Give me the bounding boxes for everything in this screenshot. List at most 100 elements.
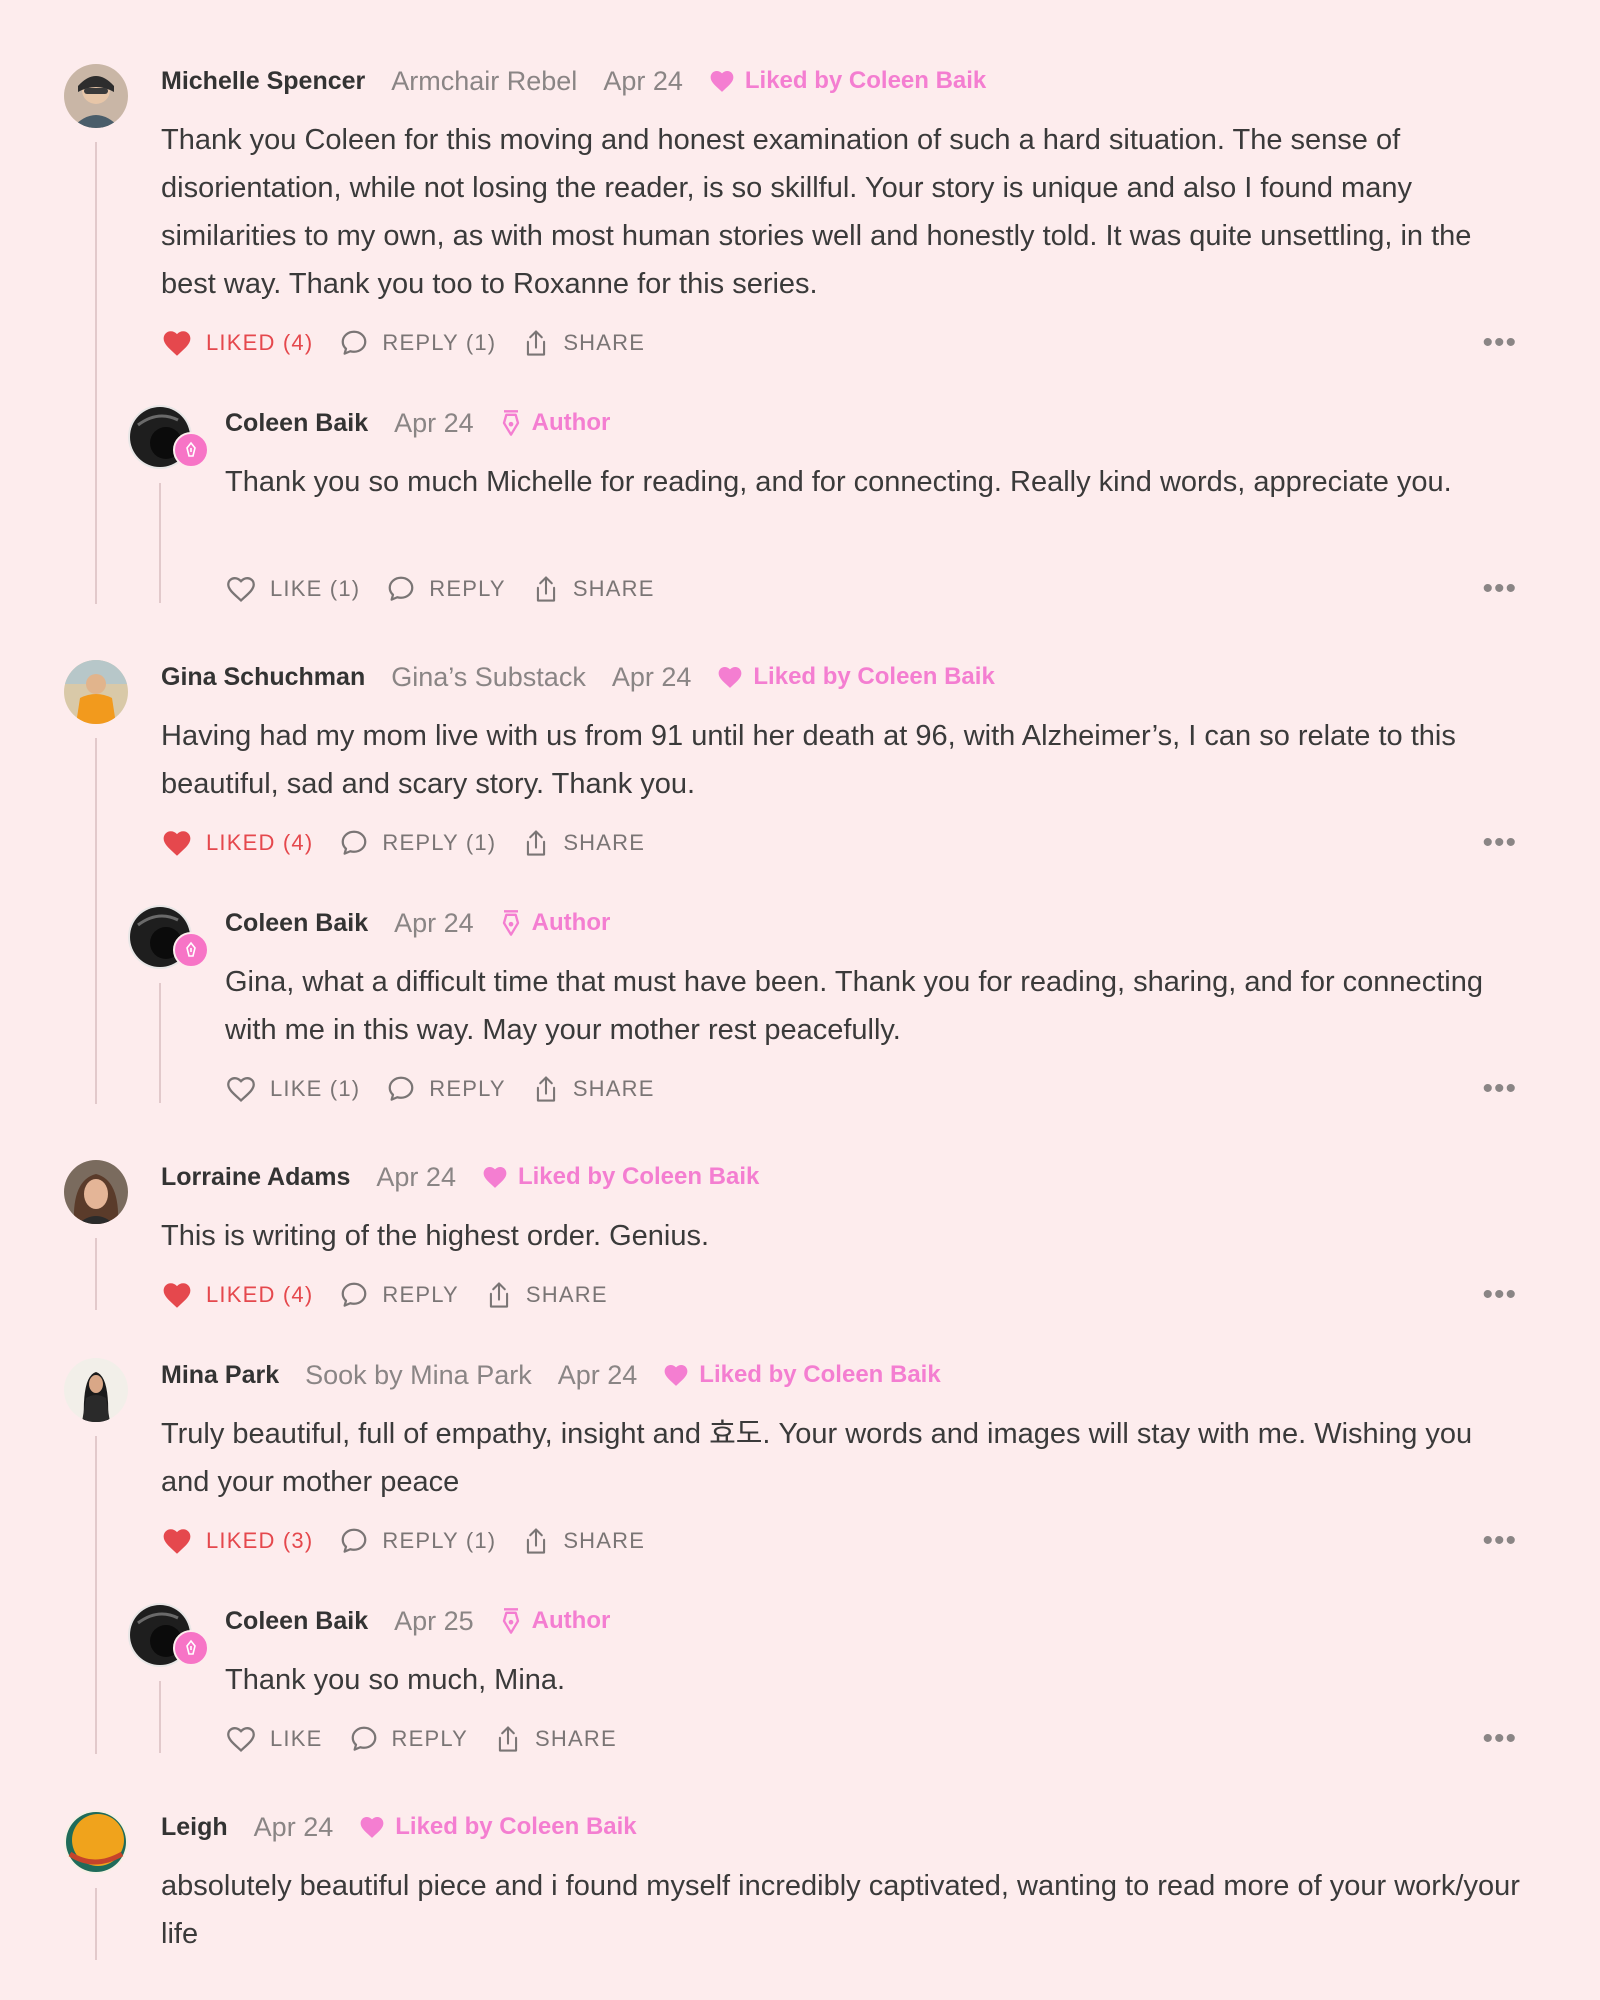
heart-outline-icon xyxy=(227,1077,255,1103)
thread-line xyxy=(95,1888,97,1960)
heart-filled-icon xyxy=(163,1529,191,1554)
like-button[interactable]: LIKED (4) xyxy=(161,1281,313,1309)
avatar-leigh[interactable] xyxy=(64,1810,128,1874)
comment-body: Having had my mom live with us from 91 u… xyxy=(161,720,1456,800)
share-label: SHARE xyxy=(535,1726,617,1751)
avatar-lorraine-adams[interactable] xyxy=(64,1160,128,1224)
comment-body: Thank you Coleen for this moving and hon… xyxy=(161,124,1472,300)
comment-date[interactable]: Apr 24 xyxy=(603,66,683,97)
comment-header: Coleen Baik Apr 24 Author xyxy=(225,906,610,940)
share-button[interactable]: SHARE xyxy=(485,1280,608,1310)
share-button[interactable]: SHARE xyxy=(532,574,655,604)
like-button[interactable]: LIKE xyxy=(225,1725,323,1753)
like-label: LIKE (1) xyxy=(270,576,361,601)
share-icon xyxy=(527,330,546,356)
comment-date[interactable]: Apr 24 xyxy=(254,1812,334,1843)
comment-date[interactable]: Apr 24 xyxy=(612,662,692,693)
comment-date[interactable]: Apr 24 xyxy=(558,1360,638,1391)
heart-filled-icon xyxy=(710,71,734,92)
reply-button[interactable]: REPLY xyxy=(386,574,506,604)
reply-button[interactable]: REPLY (1) xyxy=(339,828,496,858)
comment-date[interactable]: Apr 25 xyxy=(394,1606,474,1637)
author-label: Author xyxy=(531,909,611,936)
share-label: SHARE xyxy=(563,1528,646,1553)
like-button[interactable]: LIKED (4) xyxy=(161,829,313,857)
author-badge: Author xyxy=(500,909,611,937)
heart-filled-icon xyxy=(163,831,191,856)
share-icon xyxy=(527,830,546,856)
more-options-icon[interactable]: ••• xyxy=(1482,1278,1517,1312)
more-options-icon[interactable]: ••• xyxy=(1482,572,1517,606)
share-button[interactable]: SHARE xyxy=(522,828,645,858)
liked-by-text: Liked by Coleen Baik xyxy=(395,1813,637,1840)
comment-header: Mina Park Sook by Mina Park Apr 24 Liked… xyxy=(161,1358,941,1392)
author-name[interactable]: Gina Schuchman xyxy=(161,663,365,692)
more-options-icon[interactable]: ••• xyxy=(1482,326,1517,360)
comment-date[interactable]: Apr 24 xyxy=(376,1162,456,1193)
thread-line xyxy=(95,1436,97,1754)
heart-filled-icon xyxy=(360,1817,384,1838)
author-badge-icon xyxy=(173,932,209,968)
reply-button[interactable]: REPLY xyxy=(386,1074,506,1104)
like-button[interactable]: LIKE (1) xyxy=(225,1075,360,1103)
liked-by-text: Liked by Coleen Baik xyxy=(753,663,995,690)
author-name[interactable]: Michelle Spencer xyxy=(161,67,365,96)
author-name[interactable]: Coleen Baik xyxy=(225,409,368,438)
like-label: LIKED (3) xyxy=(206,1528,314,1553)
thread-line xyxy=(159,983,161,1103)
like-label: LIKED (4) xyxy=(206,330,314,355)
liked-by-badge: Liked by Coleen Baik xyxy=(359,1813,637,1841)
share-icon xyxy=(536,1076,555,1102)
comment-actions: LIKED (4) REPLY SHARE xyxy=(161,1278,608,1312)
share-button[interactable]: SHARE xyxy=(522,1526,645,1556)
author-name[interactable]: Mina Park xyxy=(161,1361,279,1390)
reply-label: REPLY (1) xyxy=(382,830,497,855)
author-name[interactable]: Coleen Baik xyxy=(225,1607,368,1636)
share-button[interactable]: SHARE xyxy=(532,1074,655,1104)
like-button[interactable]: LIKED (3) xyxy=(161,1527,313,1555)
liked-by-text: Liked by Coleen Baik xyxy=(744,67,987,94)
like-button[interactable]: LIKE (1) xyxy=(225,575,360,603)
more-options-icon[interactable]: ••• xyxy=(1482,1524,1517,1558)
publication-name[interactable]: Sook by Mina Park xyxy=(305,1360,532,1391)
comment-actions: LIKE REPLY SHARE xyxy=(225,1722,617,1756)
avatar-mina-park[interactable] xyxy=(64,1358,128,1422)
more-options-icon[interactable]: ••• xyxy=(1482,1072,1517,1106)
comment-actions: LIKE (1) REPLY SHARE xyxy=(225,572,655,606)
reply-button[interactable]: REPLY xyxy=(339,1280,459,1310)
comment-date[interactable]: Apr 24 xyxy=(394,908,474,939)
publication-name[interactable]: Gina’s Substack xyxy=(391,662,586,693)
author-badge: Author xyxy=(500,409,611,437)
like-button[interactable]: LIKED (4) xyxy=(161,329,313,357)
comment-header: Michelle Spencer Armchair Rebel Apr 24 L… xyxy=(161,64,986,98)
heart-filled-icon xyxy=(664,1365,688,1386)
share-label: SHARE xyxy=(525,1282,608,1307)
comment-body: Thank you so much, Mina. xyxy=(225,1664,566,1696)
heart-filled-icon xyxy=(163,1283,191,1308)
author-name[interactable]: Lorraine Adams xyxy=(161,1163,350,1192)
heart-filled-icon xyxy=(163,331,191,356)
pen-nib-icon xyxy=(502,410,519,436)
author-label: Author xyxy=(531,409,611,436)
thread-line xyxy=(159,483,161,603)
comment-body: Thank you so much Michelle for reading, … xyxy=(225,466,1452,498)
more-options-icon[interactable]: ••• xyxy=(1482,1722,1517,1756)
reply-button[interactable]: REPLY (1) xyxy=(339,328,496,358)
more-options-icon[interactable]: ••• xyxy=(1482,826,1517,860)
avatar-michelle-spencer[interactable] xyxy=(64,64,128,128)
like-label: LIKED (4) xyxy=(206,1282,314,1307)
comment-date[interactable]: Apr 24 xyxy=(394,408,474,439)
author-name[interactable]: Coleen Baik xyxy=(225,909,368,938)
author-name[interactable]: Leigh xyxy=(161,1813,228,1842)
publication-name[interactable]: Armchair Rebel xyxy=(391,66,577,97)
liked-by-badge: Liked by Coleen Baik xyxy=(482,1163,759,1191)
speech-bubble-icon xyxy=(342,1528,367,1553)
share-button[interactable]: SHARE xyxy=(494,1724,617,1754)
reply-button[interactable]: REPLY xyxy=(349,1724,469,1754)
comment-body: This is writing of the highest order. Ge… xyxy=(161,1220,710,1252)
comment-actions: LIKED (4) REPLY (1) SHARE xyxy=(161,826,645,860)
share-button[interactable]: SHARE xyxy=(522,328,645,358)
thread-line xyxy=(159,1681,161,1753)
reply-button[interactable]: REPLY (1) xyxy=(339,1526,496,1556)
avatar-gina-schuchman[interactable] xyxy=(64,660,128,724)
